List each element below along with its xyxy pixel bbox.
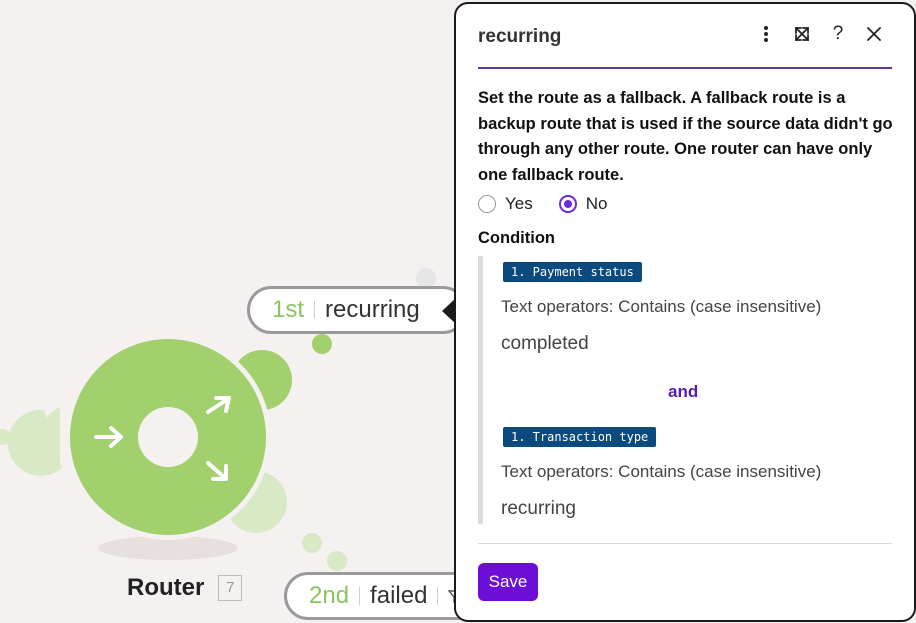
close-icon <box>867 27 881 41</box>
route-name: recurring <box>325 296 420 323</box>
radio-yes[interactable] <box>478 195 496 213</box>
fallback-no-option[interactable]: No <box>558 194 608 214</box>
condition-group-bar <box>478 256 483 524</box>
condition-label: Condition <box>478 229 555 247</box>
connector-dot <box>327 551 347 571</box>
fallback-radio-group: Yes No <box>478 194 633 214</box>
route-separator <box>314 301 316 319</box>
route-order: 2nd <box>309 582 350 609</box>
panel-header: recurring ? <box>478 4 892 69</box>
radio-no-label: No <box>585 194 608 213</box>
condition-and-joiner[interactable]: and <box>668 382 698 402</box>
condition-field-pill[interactable]: 1. Payment status <box>503 262 642 282</box>
expand-button[interactable] <box>790 22 814 46</box>
more-vertical-icon <box>764 26 768 42</box>
router-center <box>138 407 198 467</box>
route-name: failed <box>370 582 428 609</box>
route-settings-panel: recurring ? Set the route as a fallback.… <box>454 2 916 622</box>
help-button[interactable]: ? <box>826 22 850 46</box>
module-title[interactable]: Router 7 <box>127 574 243 602</box>
close-button[interactable] <box>862 22 886 46</box>
expand-icon <box>795 27 809 41</box>
more-options-button[interactable] <box>754 22 778 46</box>
condition-field-pill[interactable]: 1. Transaction type <box>503 427 657 447</box>
help-icon: ? <box>832 23 844 44</box>
save-button[interactable]: Save <box>478 563 538 601</box>
connector-dot <box>312 334 332 354</box>
route-label-1[interactable]: 1st recurring <box>247 286 467 334</box>
radio-yes-label: Yes <box>505 194 533 213</box>
connector-dot <box>416 268 436 288</box>
module-name: Router <box>127 574 205 601</box>
condition-value[interactable]: completed <box>501 333 589 355</box>
route-order: 1st <box>272 296 305 323</box>
panel-title: recurring <box>478 26 562 47</box>
connector-dot <box>302 533 322 553</box>
fallback-description: Set the route as a fallback. A fallback … <box>478 89 893 184</box>
fallback-yes-option[interactable]: Yes <box>478 194 533 214</box>
route-separator <box>359 587 361 605</box>
condition-value[interactable]: recurring <box>501 498 576 520</box>
module-id-badge: 7 <box>218 575 243 601</box>
condition-operator[interactable]: Text operators: Contains (case insensiti… <box>501 297 821 317</box>
condition-operator[interactable]: Text operators: Contains (case insensiti… <box>501 462 821 482</box>
route-separator <box>437 587 439 605</box>
radio-no[interactable] <box>558 195 577 213</box>
footer-divider <box>478 543 892 544</box>
